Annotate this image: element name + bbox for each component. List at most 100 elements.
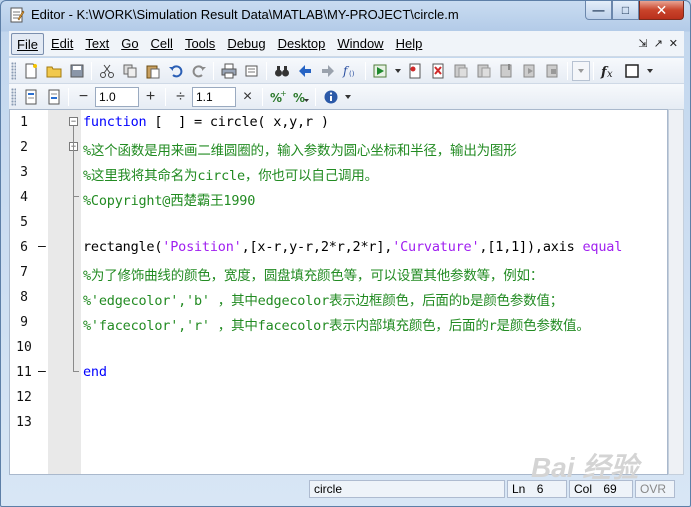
status-function-name: circle	[309, 480, 505, 498]
toolbar-separator	[567, 61, 568, 80]
evaluate-advance-button[interactable]	[43, 86, 65, 108]
menu-go[interactable]: Go	[116, 33, 143, 55]
run-dropdown-button[interactable]	[393, 60, 403, 82]
code-line[interactable]: 8 %'edgecolor','b' ，其中edgecolor表示边框颜色，后面的…	[10, 286, 660, 311]
open-folder-icon	[46, 66, 61, 77]
status-column-label: Col	[574, 482, 593, 496]
new-file-button[interactable]	[20, 60, 42, 82]
code-line[interactable]: 12	[10, 386, 660, 411]
close-button[interactable]: ✕	[639, 1, 684, 20]
save-button[interactable]	[66, 60, 88, 82]
save-icon	[70, 64, 83, 77]
code-text: %'facecolor','r' ，其中facecolor表示内部填充颜色，后面…	[83, 314, 590, 334]
layout-button[interactable]	[621, 60, 643, 82]
increment-button[interactable]: +	[140, 86, 162, 108]
menu-window-label: Window	[337, 35, 384, 51]
set-breakpoint-button[interactable]	[404, 60, 426, 82]
code-text: %Copyright@西楚霸王1990	[83, 189, 255, 209]
open-file-button[interactable]	[43, 60, 65, 82]
code-editor[interactable]: − − 1function [ ] = circle( x,y,r )2%这个函…	[9, 109, 668, 475]
code-line[interactable]: 5	[10, 211, 660, 236]
step-icon	[454, 64, 467, 77]
run-button[interactable]	[370, 60, 392, 82]
divide-button[interactable]: ÷	[170, 86, 192, 108]
print-options-button[interactable]	[241, 60, 263, 82]
info-button[interactable]	[320, 86, 342, 108]
menu-window[interactable]: Window	[332, 33, 388, 55]
toolbar-grip[interactable]	[11, 87, 16, 106]
code-line[interactable]: 2 %这个函数是用来画二维圆圈的，输入参数为圆心坐标和半径，输出为图形	[10, 136, 660, 161]
line-number: 4	[20, 190, 28, 205]
multiply-value-field[interactable]	[192, 86, 236, 107]
vertical-scrollbar[interactable]	[668, 109, 684, 475]
stack-dropdown[interactable]	[571, 60, 590, 81]
multiply-button[interactable]: ×	[237, 86, 259, 108]
menu-tools[interactable]: Tools	[180, 33, 220, 55]
code-line[interactable]: 6 — rectangle('Position',[x-r,y-r,2*r,2*r]…	[10, 236, 660, 261]
executable-line-marker[interactable]: —	[38, 364, 46, 379]
status-overwrite: OVR	[635, 480, 675, 498]
cell-percent-button[interactable]: % +	[267, 86, 289, 108]
code-line[interactable]: 7 %为了修饰曲线的颜色，宽度，圆盘填充颜色等，可以设置其他参数等，例如：	[10, 261, 660, 286]
code-line[interactable]: 4 %Copyright@西楚霸王1990	[10, 186, 660, 211]
code-text: %为了修饰曲线的颜色，宽度，圆盘填充颜色等，可以设置其他参数等，例如：	[83, 264, 543, 284]
paste-button[interactable]	[142, 60, 164, 82]
print-button[interactable]	[218, 60, 240, 82]
divide-icon: ÷	[176, 87, 185, 105]
undo-button[interactable]	[165, 60, 187, 82]
decrement-value-field[interactable]	[95, 86, 139, 107]
step-out-icon	[500, 63, 511, 77]
toolbar-separator	[593, 61, 594, 80]
menu-debug[interactable]: Debug	[222, 33, 270, 55]
minimize-button[interactable]: —	[585, 1, 612, 20]
maximize-icon: □	[621, 3, 630, 17]
code-line[interactable]: 11 — end	[10, 361, 660, 386]
step-out-button[interactable]	[496, 60, 518, 82]
code-token: ,[x-r,y-r,2*r,2*r],	[241, 239, 393, 255]
cell-percent-menu-button[interactable]: %	[290, 86, 312, 108]
code-line[interactable]: 1 function [ ] = circle( x,y,r )	[10, 111, 660, 136]
menu-help[interactable]: Help	[391, 33, 428, 55]
step-button[interactable]	[450, 60, 472, 82]
decrement-button[interactable]: −	[73, 86, 95, 108]
menu-desktop[interactable]: Desktop	[273, 33, 331, 55]
undock-icon[interactable]: ↗	[654, 37, 663, 50]
close-document-icon[interactable]: ✕	[669, 37, 678, 50]
title-bar: Editor - K:\WORK\Simulation Result Data\…	[1, 1, 690, 29]
redo-button[interactable]	[188, 60, 210, 82]
chevron-down-icon	[646, 68, 653, 73]
dock-icon[interactable]: ⇲	[638, 37, 647, 50]
continue-button[interactable]	[519, 60, 541, 82]
toolbar-grip[interactable]	[11, 61, 16, 80]
exit-debug-button[interactable]	[542, 60, 564, 82]
code-line[interactable]: 13	[10, 411, 660, 436]
layout-dropdown-button[interactable]	[644, 60, 656, 82]
arrow-right-icon	[321, 64, 334, 77]
cut-button[interactable]	[96, 60, 118, 82]
menu-file[interactable]: File	[11, 32, 44, 55]
code-line[interactable]: 9 %'facecolor','r' ，其中facecolor表示内部填充颜色，后…	[10, 311, 660, 336]
clear-breakpoints-button[interactable]	[427, 60, 449, 82]
code-line[interactable]: 3 %这里我将其命名为circle，你也可以自己调用。	[10, 161, 660, 186]
menu-text[interactable]: Text	[80, 33, 114, 55]
function-browser-button[interactable]: f()	[340, 60, 362, 82]
evaluate-cell-button[interactable]	[20, 86, 42, 108]
find-button[interactable]	[271, 60, 293, 82]
step-in-button[interactable]	[473, 60, 495, 82]
maximize-button[interactable]: □	[612, 1, 639, 20]
run-icon	[373, 64, 386, 77]
menu-cell[interactable]: Cell	[146, 33, 178, 55]
insert-function-button[interactable]: fx	[598, 60, 620, 82]
executable-line-marker[interactable]: —	[38, 239, 46, 254]
line-number: 13	[16, 415, 32, 430]
line-number: 1	[20, 115, 28, 130]
forward-button[interactable]	[317, 60, 339, 82]
back-button[interactable]	[294, 60, 316, 82]
menu-edit[interactable]: Edit	[46, 33, 78, 55]
copy-button[interactable]	[119, 60, 141, 82]
minimize-icon: —	[592, 3, 605, 17]
menu-go-label: Go	[121, 35, 139, 51]
code-line[interactable]: 10	[10, 336, 660, 361]
info-dropdown-button[interactable]	[343, 86, 353, 108]
code-token: function	[83, 114, 147, 130]
